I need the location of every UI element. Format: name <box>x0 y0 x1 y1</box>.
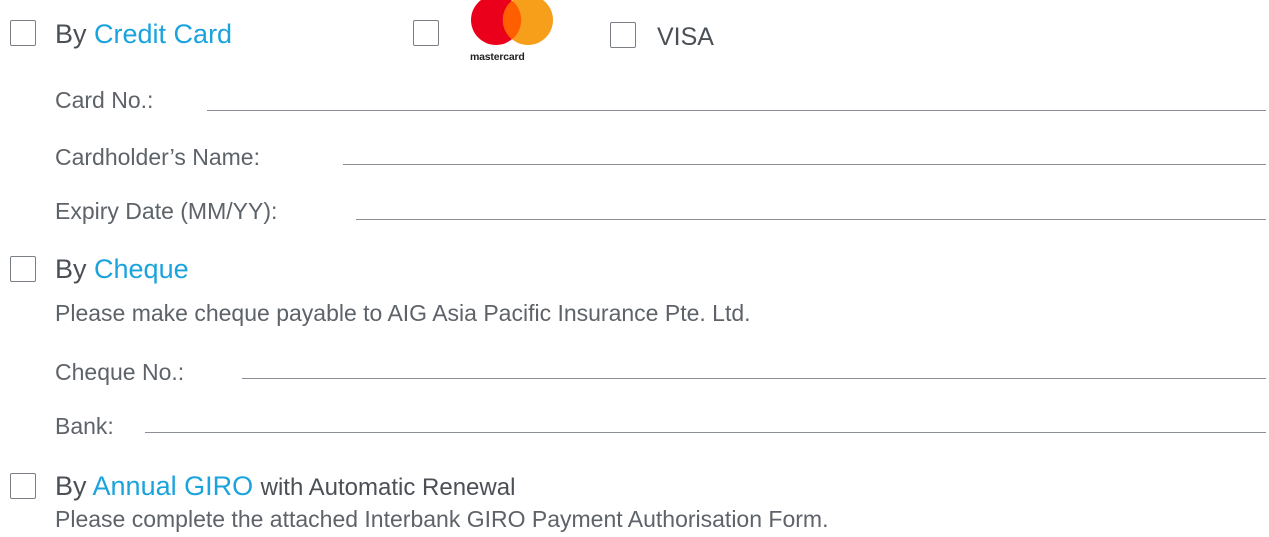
credit-card-option-label: By Credit Card <box>55 18 232 50</box>
mastercard-checkbox[interactable] <box>413 20 439 46</box>
visa-label: VISA <box>657 23 714 51</box>
cardholder-name-field[interactable] <box>343 164 1266 165</box>
giro-suffix-text: with Automatic Renewal <box>260 474 516 501</box>
cheque-by-text: By <box>55 254 87 284</box>
cheque-no-label: Cheque No.: <box>55 359 185 385</box>
giro-form-note: Please complete the attached Interbank G… <box>55 506 829 532</box>
card-no-label: Card No.: <box>55 87 154 113</box>
expiry-date-label: Expiry Date (MM/YY): <box>55 198 278 224</box>
giro-by-text: By <box>55 471 87 501</box>
cheque-payable-note: Please make cheque payable to AIG Asia P… <box>55 300 751 326</box>
mastercard-wordmark: mastercard <box>470 51 525 63</box>
cheque-option-label: By Cheque <box>55 253 189 285</box>
bank-field[interactable] <box>145 432 1266 433</box>
credit-card-checkbox[interactable] <box>10 20 36 46</box>
cheque-no-field[interactable] <box>242 378 1266 379</box>
cardholder-name-label: Cardholder’s Name: <box>55 144 260 170</box>
giro-checkbox[interactable] <box>10 473 36 499</box>
credit-card-method-text: Credit Card <box>94 19 233 49</box>
expiry-date-field[interactable] <box>356 219 1266 220</box>
visa-checkbox[interactable] <box>610 22 636 48</box>
credit-card-by-text: By <box>55 19 87 49</box>
mastercard-logo: mastercard <box>466 0 558 64</box>
cheque-method-text: Cheque <box>94 254 189 284</box>
giro-method-text: Annual GIRO <box>92 471 254 501</box>
bank-label: Bank: <box>55 413 114 439</box>
cheque-checkbox[interactable] <box>10 256 36 282</box>
card-no-field[interactable] <box>207 110 1266 111</box>
giro-option-label: By Annual GIRO with Automatic Renewal <box>55 470 515 504</box>
